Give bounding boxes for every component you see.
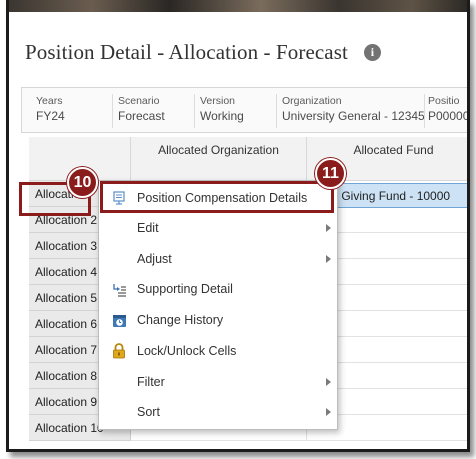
menu-item-supporting-detail[interactable]: Supporting Detail	[99, 274, 337, 304]
submenu-arrow-icon	[326, 224, 331, 232]
change-history-icon	[111, 312, 127, 328]
menu-item-label: Change History	[137, 313, 224, 327]
menu-item-filter[interactable]: Filter	[99, 367, 337, 397]
pov-value: FY24	[36, 109, 65, 123]
header-banner-image	[9, 0, 467, 12]
menu-item-lock-unlock-cells[interactable]: Lock/Unlock Cells	[99, 336, 337, 366]
menu-item-label: Supporting Detail	[137, 282, 233, 296]
pov-label: Scenario	[118, 95, 160, 107]
menu-item-label: Filter	[137, 375, 165, 389]
pov-bar: Years FY24 Scenario Forecast Version Wor…	[21, 87, 470, 133]
context-menu: Position Compensation Details Edit Adjus…	[98, 180, 338, 430]
pov-years[interactable]: Years FY24	[36, 95, 65, 123]
app-frame: Position Detail - Allocation - Forecast …	[6, 0, 470, 452]
callout-highlight-menu-item	[100, 181, 334, 213]
pov-divider	[276, 94, 277, 128]
lock-icon	[111, 343, 127, 359]
pov-organization[interactable]: Organization University General - 12345	[282, 95, 425, 123]
pov-version[interactable]: Version Working	[200, 95, 244, 123]
pov-label: Version	[200, 95, 236, 107]
submenu-arrow-icon	[326, 378, 331, 386]
title-row: Position Detail - Allocation - Forecast …	[25, 40, 381, 65]
menu-item-label: Edit	[137, 221, 159, 235]
pov-value: University General - 12345	[282, 109, 425, 123]
pov-divider	[194, 94, 195, 128]
callout-badge-11: 11	[315, 158, 346, 189]
pov-value: Working	[200, 109, 244, 123]
menu-item-edit[interactable]: Edit	[99, 213, 337, 243]
submenu-arrow-icon	[326, 408, 331, 416]
selected-fund-cell[interactable]: ual Giving Fund - 10000	[317, 183, 467, 208]
pov-value: Forecast	[118, 109, 165, 123]
pov-label: Positio	[428, 95, 460, 107]
pov-divider	[424, 94, 425, 128]
menu-item-label: Sort	[137, 405, 160, 419]
supporting-detail-icon	[111, 281, 127, 297]
callout-badge-10: 10	[67, 167, 98, 198]
pov-label: Years	[36, 95, 63, 107]
menu-item-label: Adjust	[137, 252, 172, 266]
page-title: Position Detail - Allocation - Forecast	[25, 40, 348, 64]
info-icon[interactable]: i	[363, 44, 381, 61]
pov-label: Organization	[282, 95, 342, 107]
column-header-allocated-organization[interactable]: Allocated Organization	[131, 137, 307, 181]
pov-position[interactable]: Positio P00000	[428, 95, 470, 123]
menu-item-adjust[interactable]: Adjust	[99, 244, 337, 274]
pov-divider	[112, 94, 113, 128]
pov-scenario[interactable]: Scenario Forecast	[118, 95, 165, 123]
menu-item-label: Lock/Unlock Cells	[137, 344, 237, 358]
pov-value: P00000	[428, 109, 470, 123]
submenu-arrow-icon	[326, 255, 331, 263]
menu-item-sort[interactable]: Sort	[99, 397, 337, 427]
menu-item-change-history[interactable]: Change History	[99, 305, 337, 335]
